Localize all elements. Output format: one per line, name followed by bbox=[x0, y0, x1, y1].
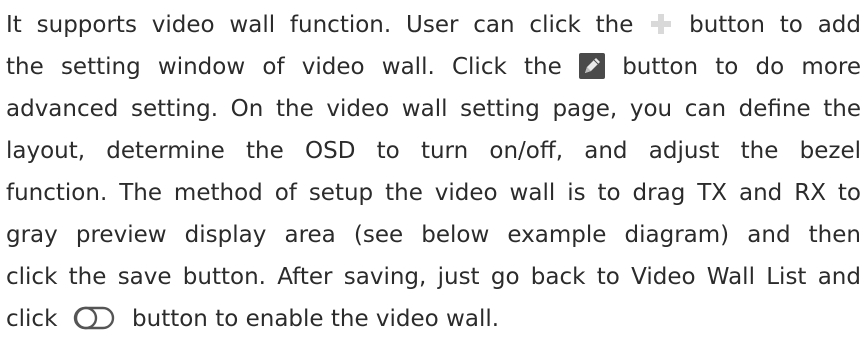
text-segment: It supports video wall function. User ca… bbox=[6, 12, 634, 38]
pencil-icon bbox=[578, 52, 605, 79]
text-line-1: It supports video wall function. User ca… bbox=[6, 4, 861, 46]
text-line-5: function. The method of setup the video … bbox=[6, 180, 861, 206]
text-line-2: the setting window of video wall. Click … bbox=[6, 46, 861, 88]
instruction-paragraph: It supports video wall function. User ca… bbox=[0, 0, 867, 336]
text-line-3: advanced setting. On the video wall sett… bbox=[6, 96, 861, 122]
text-segment: the setting window of video wall. Click … bbox=[6, 54, 562, 80]
text-segment: click bbox=[6, 306, 58, 332]
text-line-8: click button to enable the video wall. bbox=[6, 298, 861, 340]
plus-icon bbox=[648, 11, 674, 37]
toggle-switch-icon bbox=[73, 305, 115, 331]
text-line-6: gray preview display area (see below exa… bbox=[6, 222, 861, 248]
text-line-7: click the save button. After saving, jus… bbox=[6, 264, 861, 290]
text-segment: button to add bbox=[689, 12, 862, 38]
text-segment: button to enable the video wall. bbox=[132, 306, 500, 332]
text-line-4: layout, determine the OSD to turn on/off… bbox=[6, 138, 861, 164]
text-segment: button to do more bbox=[622, 54, 862, 80]
